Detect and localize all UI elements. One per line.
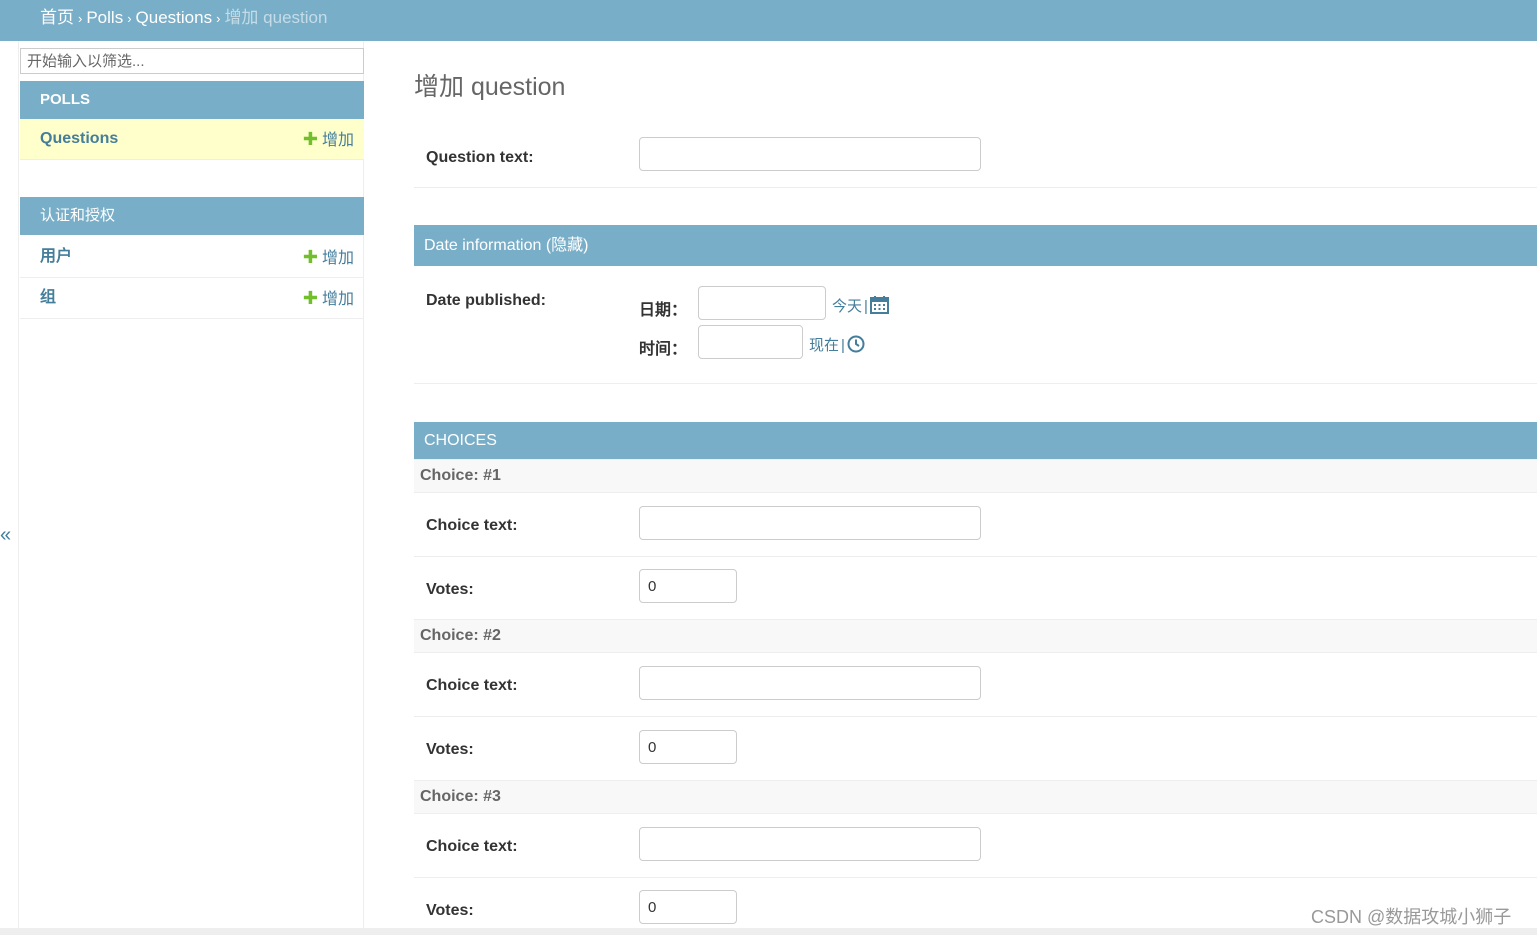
votes-label: Votes: <box>426 741 474 758</box>
plus-icon: ✚ <box>302 288 318 308</box>
time-label: 时间： <box>639 341 688 358</box>
nav-filter-input[interactable] <box>20 48 364 74</box>
module-caption-polls[interactable]: POLLS <box>20 81 364 119</box>
sidebar-item-label[interactable]: 用户 <box>40 248 72 265</box>
choice-text-label: Choice text: <box>426 838 518 855</box>
page-title: 增加 question <box>414 73 566 101</box>
choice-1-votes-row: Votes: <box>414 557 1537 620</box>
add-label: 增加 <box>321 291 354 308</box>
breadcrumb: 首页 › Polls › Questions › 增加 question <box>0 0 1537 41</box>
date-published-label: Date published: <box>426 292 547 309</box>
module-caption-auth[interactable]: 认证和授权 <box>20 197 364 235</box>
date-input[interactable] <box>698 286 826 320</box>
choice-text-label: Choice text: <box>426 677 518 694</box>
breadcrumb-separator: › <box>216 11 221 26</box>
sidebar-item-users[interactable]: 用户 ✚ 增加 <box>20 237 364 278</box>
shortcut-separator: | <box>864 298 868 315</box>
shortcut-separator: | <box>841 337 845 354</box>
sidebar: POLLS Questions ✚增加 认证和授权 用户 ✚增加 组 ✚增加 <box>18 41 364 931</box>
choice-1-text-row: Choice text: <box>414 493 1537 557</box>
time-input[interactable] <box>698 325 803 359</box>
choice-text-label: Choice text: <box>426 517 518 534</box>
add-label: 增加 <box>321 132 354 149</box>
choice-3-votes-input[interactable] <box>639 890 737 924</box>
clock-icon[interactable] <box>847 335 865 357</box>
horizontal-scrollbar[interactable] <box>0 928 1537 935</box>
date-shortcuts: 今天 | <box>832 295 889 318</box>
plus-icon: ✚ <box>302 129 318 149</box>
choice-1-text-input[interactable] <box>639 506 981 540</box>
choice-1-header: Choice: #1 <box>414 459 1537 493</box>
choice-3-header: Choice: #3 <box>414 780 1537 814</box>
add-group-link[interactable]: ✚ 增加 <box>303 278 354 320</box>
question-text-input[interactable] <box>639 137 981 171</box>
sidebar-item-label[interactable]: Questions <box>40 130 118 147</box>
plus-icon: ✚ <box>302 247 318 267</box>
choice-2-votes-row: Votes: <box>414 717 1537 780</box>
breadcrumb-separator: › <box>127 11 132 26</box>
today-link[interactable]: 今天 <box>832 298 862 315</box>
choices-caption: CHOICES <box>414 422 1537 460</box>
question-text-label: Question text: <box>426 149 534 166</box>
choice-3-text-row: Choice text: <box>414 814 1537 878</box>
breadcrumb-polls[interactable]: Polls <box>86 8 123 27</box>
choice-2-text-row: Choice text: <box>414 653 1537 717</box>
votes-label: Votes: <box>426 581 474 598</box>
add-question-link[interactable]: ✚ 增加 <box>303 119 354 161</box>
breadcrumb-separator: › <box>78 11 83 26</box>
date-information-caption[interactable]: Date information (隐藏) <box>414 225 1537 266</box>
votes-label: Votes: <box>426 902 474 919</box>
breadcrumb-current: 增加 question <box>224 8 328 27</box>
add-user-link[interactable]: ✚ 增加 <box>303 237 354 279</box>
choice-3-text-input[interactable] <box>639 827 981 861</box>
sidebar-item-label[interactable]: 组 <box>40 289 56 306</box>
calendar-icon[interactable] <box>869 296 889 318</box>
question-text-row: Question text: <box>414 121 1537 188</box>
breadcrumb-home[interactable]: 首页 <box>40 8 74 27</box>
add-label: 增加 <box>321 250 354 267</box>
choice-2-header: Choice: #2 <box>414 619 1537 653</box>
choice-2-votes-input[interactable] <box>639 730 737 764</box>
sidebar-toggle-button[interactable]: « <box>0 524 11 547</box>
now-link[interactable]: 现在 <box>809 337 839 354</box>
sidebar-item-questions[interactable]: Questions ✚ 增加 <box>20 119 364 160</box>
choice-2-text-input[interactable] <box>639 666 981 700</box>
date-label: 日期： <box>639 302 688 319</box>
watermark: CSDN @数据攻城小狮子 <box>1311 907 1512 927</box>
date-published-row: Date published: 日期： 今天 | 时间： 现在 | <box>414 266 1537 384</box>
time-shortcuts: 现在 | <box>809 334 865 357</box>
breadcrumb-questions[interactable]: Questions <box>136 8 213 27</box>
sidebar-item-groups[interactable]: 组 ✚ 增加 <box>20 278 364 319</box>
choice-1-votes-input[interactable] <box>639 569 737 603</box>
